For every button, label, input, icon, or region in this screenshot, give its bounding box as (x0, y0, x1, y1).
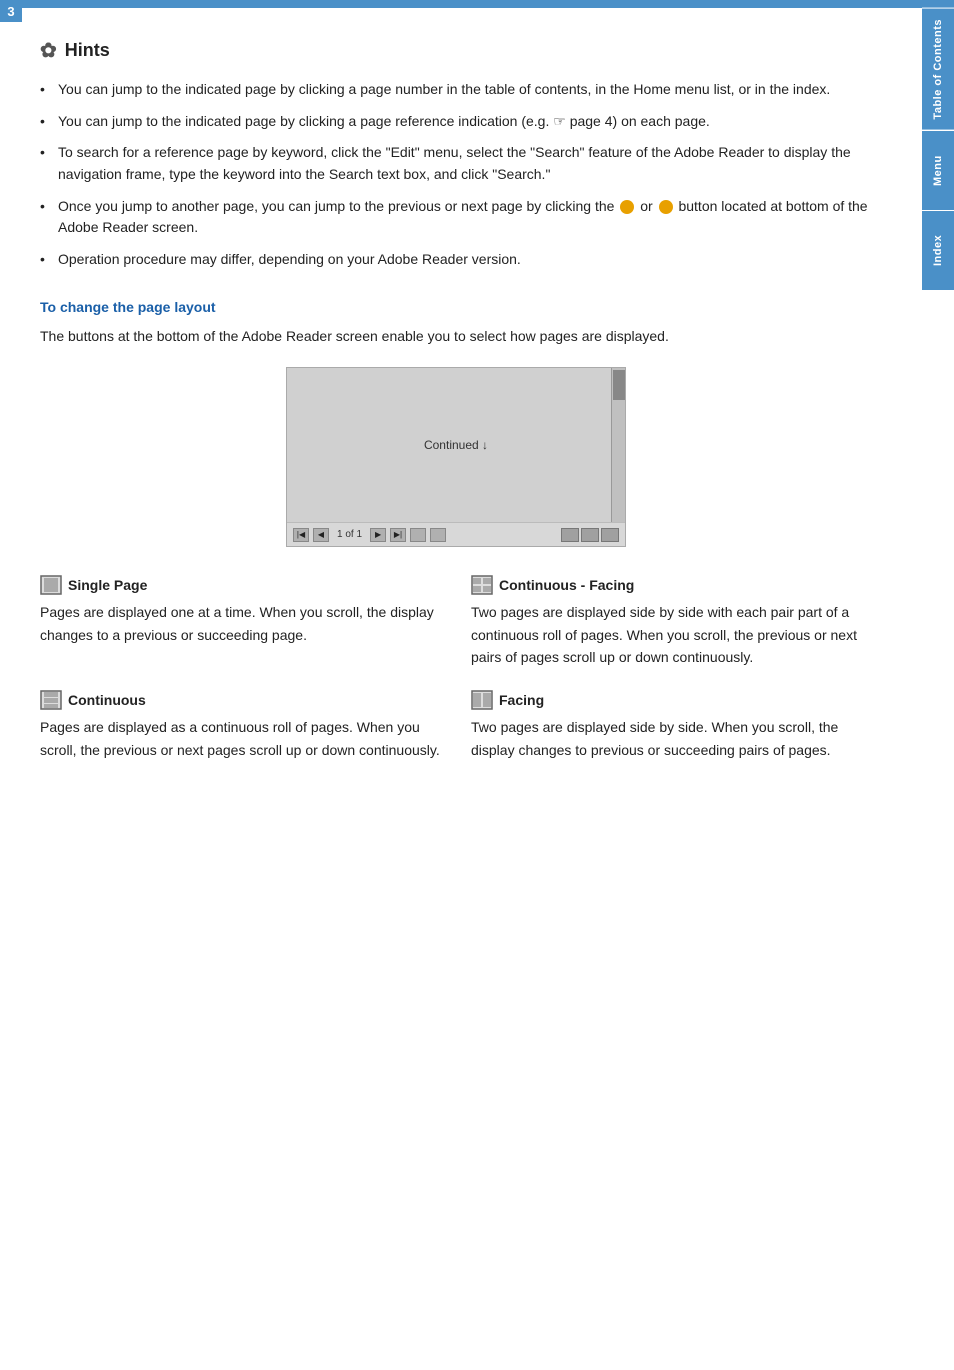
mode-continuous-label: Continuous (68, 692, 146, 708)
hint-item-2: You can jump to the indicated page by cl… (40, 111, 872, 133)
mode-facing-desc: Two pages are displayed side by side. Wh… (471, 716, 872, 761)
section-description: The buttons at the bottom of the Adobe R… (40, 325, 872, 347)
main-content: ✿ Hints You can jump to the indicated pa… (0, 8, 922, 813)
hints-heading: Hints (65, 40, 110, 61)
mode-continuous-title: Continuous (40, 690, 441, 710)
mode-facing-label: Facing (499, 692, 544, 708)
toolbar-page-info: 1 of 1 (337, 529, 362, 540)
mode-facing-title: Facing (471, 690, 872, 710)
mode-single-page-desc: Pages are displayed one at a time. When … (40, 601, 441, 646)
sidebar-tab-index[interactable]: Index (922, 210, 954, 290)
sidebar-tab-menu[interactable]: Menu (922, 130, 954, 210)
toolbar-layout-btn-2[interactable] (581, 528, 599, 542)
toolbar-first-btn[interactable]: |◀ (293, 528, 309, 542)
continued-text: Continued ↓ (424, 438, 488, 452)
toolbar-last-btn[interactable]: ▶| (390, 528, 406, 542)
section-heading: To change the page layout (40, 299, 872, 315)
mode-continuous-facing: Continuous - Facing Two pages are displa… (471, 575, 872, 668)
top-bar: 3 (0, 0, 954, 8)
mode-continuous-facing-label: Continuous - Facing (499, 577, 634, 593)
mode-facing: Facing Two pages are displayed side by s… (471, 690, 872, 761)
hint-item-1: You can jump to the indicated page by cl… (40, 79, 872, 101)
hint-item-5: Operation procedure may differ, dependin… (40, 249, 872, 271)
hints-icon: ✿ (40, 38, 57, 63)
sidebar-tab-table-of-contents[interactable]: Table of Contents (922, 8, 954, 130)
toolbar-view-btn-1[interactable] (410, 528, 426, 542)
mode-continuous-facing-desc: Two pages are displayed side by side wit… (471, 601, 872, 668)
toolbar-layout-btn-1[interactable] (561, 528, 579, 542)
reader-screenshot: Continued ↓ |◀ ◀ 1 of 1 ▶ ▶| (286, 367, 626, 547)
hints-title: ✿ Hints (40, 38, 872, 63)
reader-scroll-thumb (613, 370, 625, 400)
mode-single-page-title: Single Page (40, 575, 441, 595)
continuous-facing-icon (471, 575, 493, 595)
mode-single-page-label: Single Page (68, 577, 147, 593)
toolbar-next-btn[interactable]: ▶ (370, 528, 386, 542)
reader-toolbar: |◀ ◀ 1 of 1 ▶ ▶| (287, 522, 625, 546)
toolbar-right-group (561, 528, 619, 542)
toolbar-prev-btn[interactable]: ◀ (313, 528, 329, 542)
mode-continuous-facing-title: Continuous - Facing (471, 575, 872, 595)
mode-single-page: Single Page Pages are displayed one at a… (40, 575, 441, 668)
page-modes-grid: Single Page Pages are displayed one at a… (40, 575, 872, 783)
single-page-icon (40, 575, 62, 595)
reader-scrollbar (611, 368, 625, 522)
continuous-icon (40, 690, 62, 710)
back-circle-icon (620, 200, 634, 214)
reader-content: Continued ↓ (287, 368, 625, 522)
hints-list: You can jump to the indicated page by cl… (40, 79, 872, 271)
toolbar-view-btn-2[interactable] (430, 528, 446, 542)
hint-item-4: Once you jump to another page, you can j… (40, 196, 872, 239)
mode-continuous: Continuous Pages are displayed as a cont… (40, 690, 441, 761)
facing-icon (471, 690, 493, 710)
forward-circle-icon (659, 200, 673, 214)
right-sidebar: Table of Contents Menu Index (922, 8, 954, 290)
mode-continuous-desc: Pages are displayed as a continuous roll… (40, 716, 441, 761)
page-number: 3 (0, 0, 22, 22)
toolbar-layout-btn-3[interactable] (601, 528, 619, 542)
hint-item-3: To search for a reference page by keywor… (40, 142, 872, 185)
